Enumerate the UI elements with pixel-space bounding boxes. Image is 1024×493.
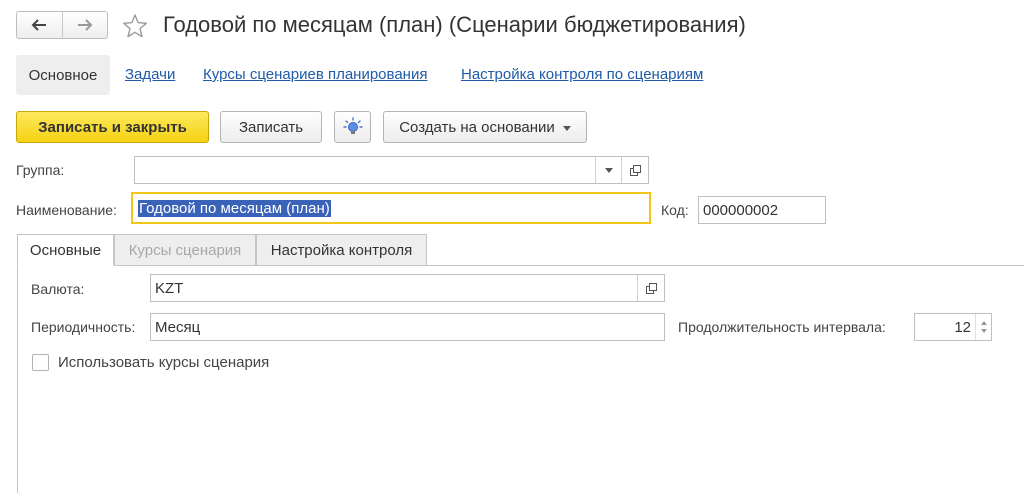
history-nav bbox=[16, 11, 108, 39]
use-scenario-rates-checkbox[interactable] bbox=[32, 354, 49, 371]
arrow-right-icon bbox=[77, 19, 93, 31]
section-tasks-link[interactable]: Задачи bbox=[125, 66, 175, 83]
name-label: Наименование: bbox=[16, 202, 117, 218]
interval-input[interactable]: 12 bbox=[915, 314, 975, 340]
section-main[interactable]: Основное bbox=[16, 55, 110, 95]
open-window-icon bbox=[645, 282, 657, 294]
currency-field: KZT bbox=[150, 274, 665, 302]
lightbulb-icon bbox=[342, 117, 363, 134]
tab-control-settings[interactable]: Настройка контроля bbox=[256, 234, 427, 266]
save-and-close-button[interactable]: Записать и закрыть bbox=[16, 111, 209, 143]
forward-button[interactable] bbox=[61, 12, 108, 38]
create-based-on-label: Создать на основании bbox=[399, 118, 555, 136]
tab-main[interactable]: Основные bbox=[17, 234, 114, 266]
open-window-icon bbox=[629, 164, 641, 176]
currency-open-button[interactable] bbox=[637, 275, 664, 301]
interval-field: 12 bbox=[914, 313, 992, 341]
use-scenario-rates-label[interactable]: Использовать курсы сценария bbox=[58, 354, 269, 371]
group-label: Группа: bbox=[16, 162, 65, 178]
section-scenario-rates-link[interactable]: Курсы сценариев планирования bbox=[203, 66, 427, 83]
caret-up-icon bbox=[980, 321, 987, 325]
create-based-on-button[interactable]: Создать на основании bbox=[383, 111, 587, 143]
arrow-left-icon bbox=[31, 19, 47, 31]
caret-down-icon bbox=[980, 329, 987, 333]
save-button[interactable]: Записать bbox=[220, 111, 322, 143]
periodicity-input[interactable]: Месяц bbox=[150, 313, 665, 341]
currency-label: Валюта: bbox=[31, 281, 85, 297]
currency-input[interactable]: KZT bbox=[151, 275, 637, 301]
group-input[interactable] bbox=[135, 157, 595, 183]
code-label: Код: bbox=[661, 202, 689, 218]
section-control-settings-link[interactable]: Настройка контроля по сценариям bbox=[461, 66, 703, 83]
tab-scenario-rates: Курсы сценария bbox=[114, 234, 256, 266]
idea-button[interactable] bbox=[334, 111, 371, 143]
code-input[interactable]: 000000002 bbox=[698, 196, 826, 224]
name-input[interactable]: Годовой по месяцам (план) bbox=[131, 192, 651, 224]
group-dropdown-button[interactable] bbox=[595, 157, 621, 183]
star-icon[interactable] bbox=[122, 13, 148, 39]
periodicity-label: Периодичность: bbox=[31, 319, 136, 335]
chevron-down-icon bbox=[562, 125, 571, 131]
chevron-down-icon bbox=[604, 167, 613, 173]
interval-label: Продолжительность интервала: bbox=[678, 319, 886, 335]
group-open-button[interactable] bbox=[621, 157, 648, 183]
name-value: Годовой по месяцам (план) bbox=[138, 199, 331, 217]
page-title: Годовой по месяцам (план) (Сценарии бюдж… bbox=[163, 12, 746, 37]
back-button[interactable] bbox=[17, 12, 62, 38]
interval-stepper[interactable] bbox=[975, 314, 991, 340]
group-field bbox=[134, 156, 649, 184]
